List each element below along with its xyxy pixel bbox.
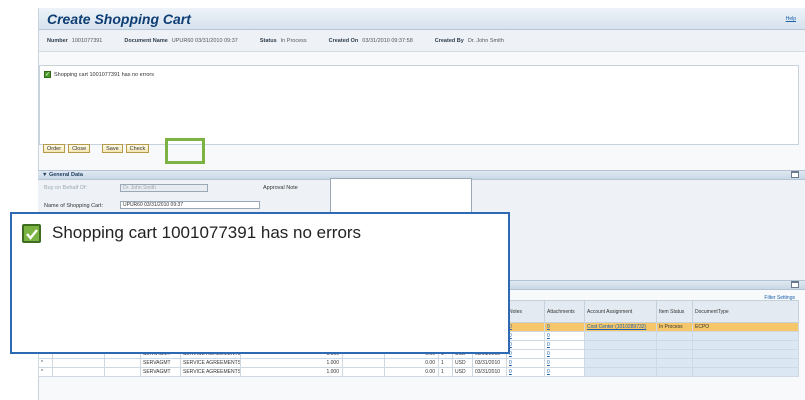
table-cell: 03/31/2010 xyxy=(472,367,507,377)
table-cell xyxy=(692,340,799,350)
save-button[interactable]: Save xyxy=(102,144,123,153)
table-cell xyxy=(656,349,693,359)
table-cell: ECPO xyxy=(692,322,799,332)
toolbar: Order Close Save Check xyxy=(43,144,150,153)
success-check-icon-large xyxy=(22,224,41,243)
table-cell xyxy=(692,349,799,359)
check-button-highlight xyxy=(165,138,205,164)
table-cell xyxy=(104,358,141,368)
table-cell: * xyxy=(38,367,53,377)
table-cell[interactable] xyxy=(584,331,657,341)
table-cell: 1 xyxy=(438,367,453,377)
table-cell[interactable]: 0 xyxy=(506,322,545,332)
table-cell[interactable]: 0 xyxy=(506,340,545,350)
table-cell: 03/31/2010 xyxy=(472,358,507,368)
table-cell xyxy=(656,358,693,368)
cart-name-label: Name of Shopping Cart: xyxy=(44,203,104,209)
table-cell: 1.000 xyxy=(240,358,343,368)
column-header[interactable]: Account Assignment xyxy=(584,300,657,323)
general-data-caption: ▼ General Data xyxy=(42,172,83,178)
table-cell: 1 xyxy=(438,358,453,368)
table-cell[interactable]: 0 xyxy=(544,358,585,368)
approval-note-label: Approval Note xyxy=(263,185,298,191)
column-header[interactable]: DocumentType xyxy=(692,300,799,323)
table-row[interactable]: * SERVAGMT SERVICE AGREEMENTS 1.000 0.00 1 USD… xyxy=(38,367,799,377)
table-cell: SERVICE AGREEMENTS xyxy=(180,358,241,368)
table-cell[interactable]: 0 xyxy=(544,322,585,332)
table-cell[interactable] xyxy=(584,349,657,359)
check-button[interactable]: Check xyxy=(125,144,150,153)
table-cell xyxy=(692,331,799,341)
table-cell[interactable] xyxy=(584,358,657,368)
items-window-icon[interactable] xyxy=(791,281,799,288)
table-cell[interactable]: 0 xyxy=(544,367,585,377)
table-cell: SERVAGMT xyxy=(140,358,181,368)
table-cell: In Process xyxy=(656,322,693,332)
table-cell: SERVAGMT xyxy=(140,367,181,377)
cart-name-input[interactable]: UPUR60 03/31/2010 09:37 xyxy=(120,201,260,209)
table-cell: USD xyxy=(452,367,473,377)
table-cell: SERVICE AGREEMENTS xyxy=(180,367,241,377)
table-cell[interactable]: 0 xyxy=(544,340,585,350)
table-cell[interactable] xyxy=(584,340,657,350)
column-header[interactable]: Notes xyxy=(506,300,545,323)
table-cell xyxy=(692,367,799,377)
table-cell[interactable]: 0 xyxy=(506,358,545,368)
table-cell: 1.000 xyxy=(240,367,343,377)
table-cell[interactable]: 0 xyxy=(506,349,545,359)
table-cell xyxy=(52,358,105,368)
window-icon[interactable] xyxy=(791,171,799,178)
close-button[interactable]: Close xyxy=(68,144,91,153)
table-cell[interactable]: 0 xyxy=(544,349,585,359)
table-cell: 0.00 xyxy=(384,358,439,368)
column-header[interactable]: Attachments xyxy=(544,300,585,323)
table-cell: 0.00 xyxy=(384,367,439,377)
table-row[interactable]: * SERVAGMT SERVICE AGREEMENTS 1.000 0.00 1 USD… xyxy=(38,358,799,368)
column-header[interactable]: Item Status xyxy=(656,300,693,323)
callout-zoom: Shopping cart 1001077391 has no errors xyxy=(10,212,510,354)
table-cell xyxy=(342,358,385,368)
table-cell: * xyxy=(38,358,53,368)
table-cell xyxy=(342,367,385,377)
table-cell xyxy=(656,340,693,350)
table-cell[interactable]: 0 xyxy=(544,331,585,341)
table-cell xyxy=(656,331,693,341)
table-cell: USD xyxy=(452,358,473,368)
table-cell[interactable]: 0 xyxy=(506,367,545,377)
table-cell xyxy=(692,358,799,368)
table-cell xyxy=(656,367,693,377)
table-cell xyxy=(52,367,105,377)
callout-message: Shopping cart 1001077391 has no errors xyxy=(52,223,362,242)
table-cell xyxy=(104,367,141,377)
on-behalf-input: Dr. John Smith xyxy=(120,184,208,192)
order-button[interactable]: Order xyxy=(43,144,66,153)
table-cell[interactable]: Cost Center (1010289732) xyxy=(584,322,657,332)
on-behalf-label: Buy on Behalf Of: xyxy=(44,185,88,191)
table-cell[interactable]: 0 xyxy=(506,331,545,341)
table-cell[interactable] xyxy=(584,367,657,377)
